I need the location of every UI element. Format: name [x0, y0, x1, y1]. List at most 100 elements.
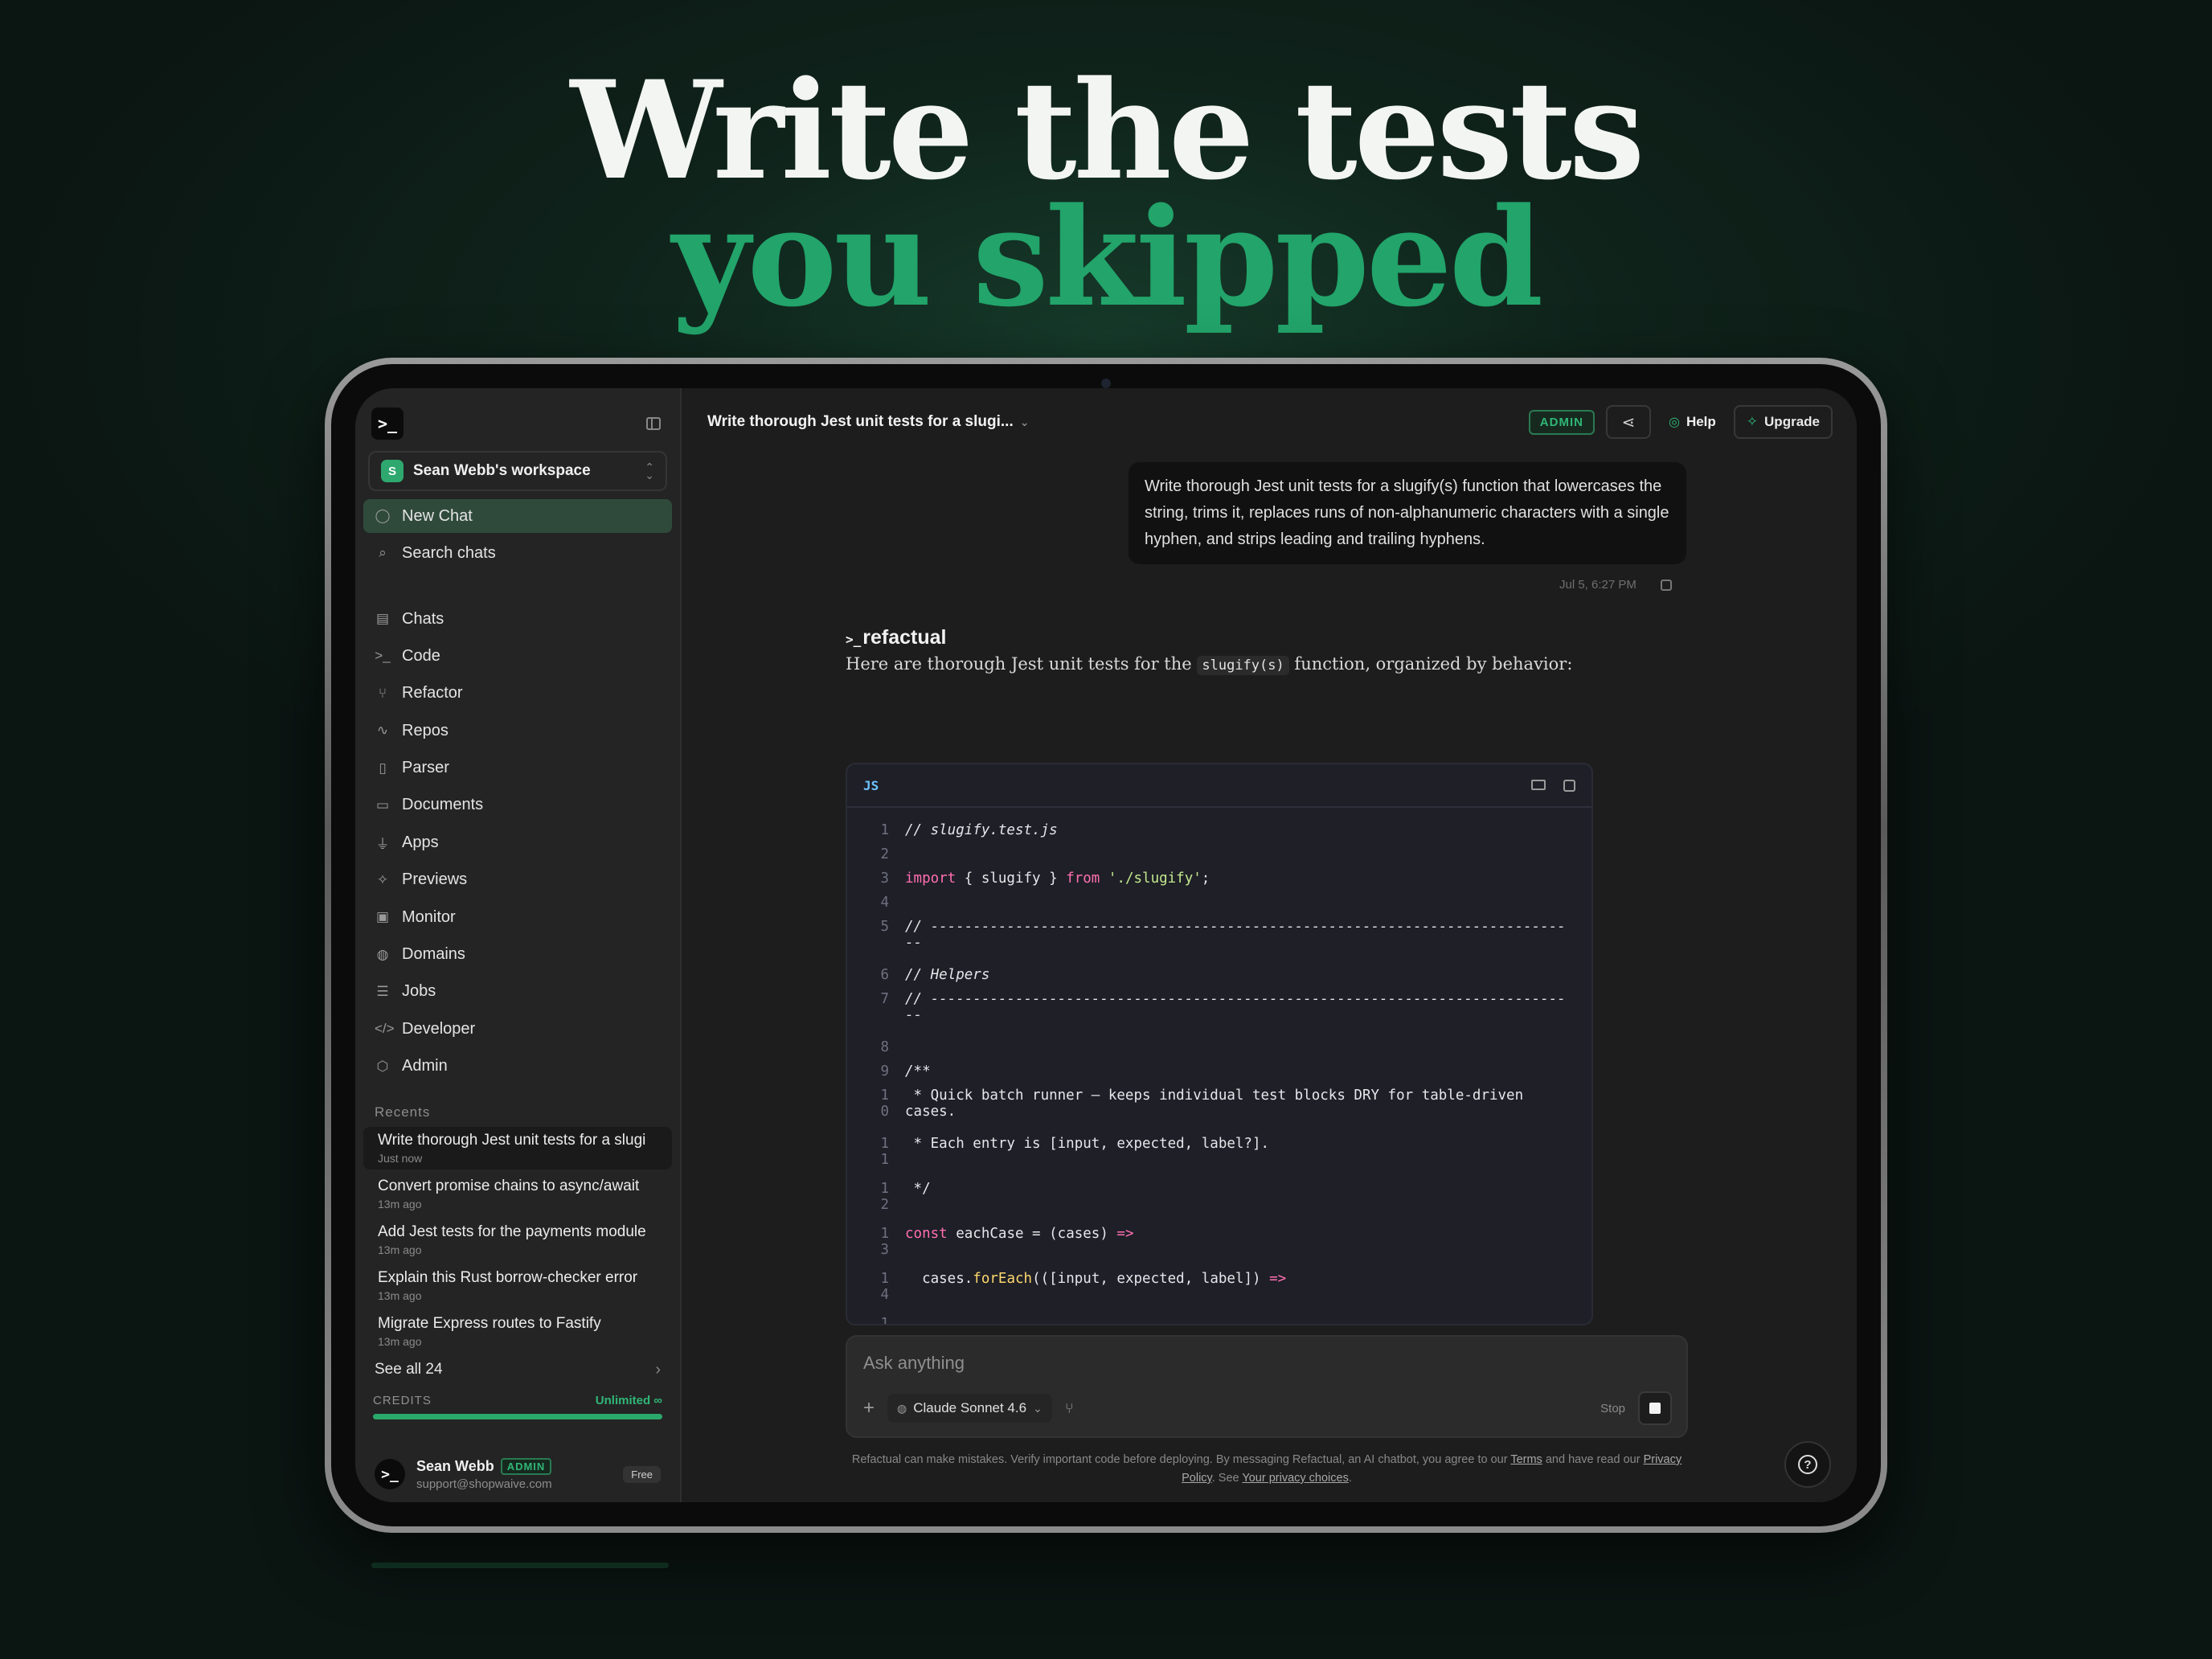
- chevron-down-icon: ⌄: [1019, 416, 1030, 428]
- sparkle-icon: ✧: [376, 871, 389, 887]
- stop-label: Stop: [1600, 1401, 1625, 1415]
- sidebar-item-previews[interactable]: ✧ Previews: [363, 863, 672, 897]
- stop-button[interactable]: [1638, 1391, 1672, 1425]
- see-all-chats-link[interactable]: See all 24 ›: [360, 1361, 675, 1379]
- sidebar-item-repos[interactable]: ∿ Repos: [363, 714, 672, 748]
- disclaimer-text: .: [1348, 1472, 1352, 1485]
- monitor-icon: ▣: [375, 909, 390, 925]
- sidebar-item-apps[interactable]: ⏚ Apps: [363, 825, 672, 859]
- code-block-header: JS: [847, 764, 1591, 808]
- hero-line-2: you skipped: [671, 178, 1543, 337]
- share-button[interactable]: ⋖: [1605, 405, 1651, 439]
- search-chats-button[interactable]: ⌕ Search chats: [363, 536, 672, 570]
- sidebar-item-jobs[interactable]: ☰ Jobs: [363, 975, 672, 1009]
- toggle-sidebar-icon[interactable]: [646, 417, 661, 430]
- chevron-down-icon: ⌄: [1033, 1401, 1043, 1415]
- sidebar-item-label: Chats: [402, 609, 444, 628]
- sidebar-item-label: Developer: [402, 1019, 476, 1038]
- recent-chat-title: Explain this Rust borrow-checker error: [378, 1268, 638, 1286]
- sidebar-item-label: Documents: [402, 796, 484, 814]
- shield-icon: ⬡: [376, 1058, 389, 1074]
- user-message-bubble: Write thorough Jest unit tests for a slu…: [1129, 462, 1686, 564]
- credits-progress-bar: [373, 1413, 662, 1419]
- credits-row: CREDITS Unlimited ∞: [360, 1394, 675, 1407]
- user-role-badge: ADMIN: [500, 1457, 552, 1475]
- recent-chat-age: 13m ago: [378, 1288, 422, 1302]
- assistant-message: >_ refactual Here are thorough Jest unit …: [846, 626, 1649, 675]
- globe-icon: ◍: [376, 946, 389, 962]
- recent-chat-title: Write thorough Jest unit tests for a slu…: [378, 1131, 646, 1149]
- top-bar: Write thorough Jest unit tests for a slu…: [682, 388, 1857, 446]
- chat-composer: + ◍ Claude Sonnet 4.6 ⌄ ⑂ Stop: [846, 1335, 1688, 1438]
- upgrade-button[interactable]: ✧ Upgrade: [1733, 405, 1833, 439]
- sidebar-item-label: Domains: [402, 945, 465, 964]
- help-label: Help: [1686, 414, 1716, 429]
- code-icon: </>: [375, 1021, 395, 1037]
- chat-title: Write thorough Jest unit tests for a slu…: [707, 413, 1014, 430]
- sidebar-item-parser[interactable]: ▯ Parser: [363, 752, 672, 785]
- prompt-icon: >_: [846, 632, 862, 647]
- sidebar-item-label: Refactor: [402, 684, 463, 703]
- recent-chat-title: Convert promise chains to async/await: [378, 1177, 640, 1194]
- recent-chat-item[interactable]: Explain this Rust borrow-checker error 1…: [363, 1264, 672, 1307]
- recent-chat-item[interactable]: Convert promise chains to async/await 13…: [363, 1173, 672, 1215]
- assistant-text: Here are thorough Jest unit tests for th…: [846, 654, 1649, 675]
- chevron-right-icon: ›: [655, 1360, 661, 1378]
- message-input[interactable]: [863, 1353, 1587, 1374]
- primary-nav: ◯ New Chat ⌕ Search chats: [360, 499, 675, 570]
- help-button[interactable]: ◎ Help: [1662, 414, 1722, 430]
- recent-chat-item[interactable]: Add Jest tests for the payments module 1…: [363, 1219, 672, 1261]
- recent-chat-item[interactable]: Write thorough Jest unit tests for a slu…: [363, 1126, 672, 1169]
- terminal-icon: >_: [375, 648, 391, 664]
- share-icon: ⋖: [1621, 413, 1636, 432]
- user-profile-menu[interactable]: >_ Sean Webb ADMIN support@shopwaive.com …: [360, 1446, 675, 1502]
- preview-icon[interactable]: [1531, 779, 1546, 790]
- see-all-label: See all 24: [375, 1361, 443, 1378]
- sidebar: >_ S Sean Webb's workspace ⌃ ⌄ ◯ New Chat…: [355, 388, 682, 1502]
- recent-chat-item[interactable]: Migrate Express routes to Fastify 13m ag…: [363, 1310, 672, 1353]
- disclaimer-text: . See: [1211, 1472, 1239, 1485]
- new-chat-button[interactable]: ◯ New Chat: [363, 499, 672, 533]
- sidebar-item-label: Repos: [402, 721, 449, 739]
- sidebar-header: >_: [360, 388, 675, 451]
- model-selector[interactable]: ◍ Claude Sonnet 4.6 ⌄: [887, 1394, 1052, 1423]
- sidebar-item-chats[interactable]: ▤ Chats: [363, 602, 672, 636]
- chevron-up-down-icon: ⌃ ⌄: [645, 461, 654, 481]
- code-content: 1// slugify.test.js 2 3 import { slugify …: [880, 822, 1566, 1325]
- recent-chat-age: Just now: [378, 1151, 423, 1165]
- chat-main: Write thorough Jest unit tests for a slu…: [682, 388, 1857, 1502]
- sidebar-item-domains[interactable]: ◍ Domains: [363, 938, 672, 972]
- code-block: JS 1// slugify.test.js 2 3 import { slugi…: [846, 763, 1593, 1325]
- help-circle-icon: ◎: [1668, 416, 1680, 429]
- chats-icon: ▤: [375, 611, 390, 626]
- workspace-switcher[interactable]: S Sean Webb's workspace ⌃ ⌄: [368, 451, 667, 491]
- copy-code-icon[interactable]: [1563, 779, 1575, 792]
- terms-link[interactable]: Terms: [1510, 1453, 1542, 1466]
- plan-badge: Free: [623, 1465, 661, 1483]
- disclaimer-text: and have read our: [1545, 1453, 1641, 1466]
- add-attachment-icon[interactable]: +: [863, 1397, 875, 1419]
- credits-label: CREDITS: [373, 1393, 432, 1407]
- user-name: Sean Webb: [416, 1457, 494, 1474]
- credits-value: Unlimited ∞: [595, 1393, 662, 1407]
- branch-icon[interactable]: ⑂: [1065, 1400, 1074, 1417]
- user-avatar: >_: [375, 1459, 405, 1489]
- copy-icon[interactable]: [1660, 579, 1672, 591]
- sidebar-item-documents[interactable]: ▭ Documents: [363, 789, 672, 822]
- new-chat-label: New Chat: [402, 506, 473, 525]
- app-screen: >_ S Sean Webb's workspace ⌃ ⌄ ◯ New Chat…: [355, 388, 1857, 1502]
- chat-title-dropdown[interactable]: Write thorough Jest unit tests for a slu…: [707, 413, 1029, 431]
- sidebar-item-admin[interactable]: ⬡ Admin: [363, 1050, 672, 1083]
- app-logo[interactable]: >_: [371, 408, 403, 440]
- privacy-choices-link[interactable]: Your privacy choices: [1242, 1472, 1348, 1485]
- sidebar-item-monitor[interactable]: ▣ Monitor: [363, 900, 672, 934]
- disclaimer-text: Refactual can make mistakes. Verify impo…: [851, 1453, 1508, 1466]
- admin-badge: ADMIN: [1528, 409, 1595, 435]
- sidebar-item-code[interactable]: >_ Code: [363, 639, 672, 673]
- recent-chat-title: Add Jest tests for the payments module: [378, 1223, 646, 1240]
- help-fab-button[interactable]: ?: [1784, 1441, 1831, 1488]
- model-icon: ◍: [897, 1401, 907, 1415]
- recent-chat-age: 13m ago: [378, 1243, 422, 1256]
- sidebar-item-developer[interactable]: </> Developer: [363, 1012, 672, 1046]
- sidebar-item-refactor[interactable]: ⑂ Refactor: [363, 677, 672, 711]
